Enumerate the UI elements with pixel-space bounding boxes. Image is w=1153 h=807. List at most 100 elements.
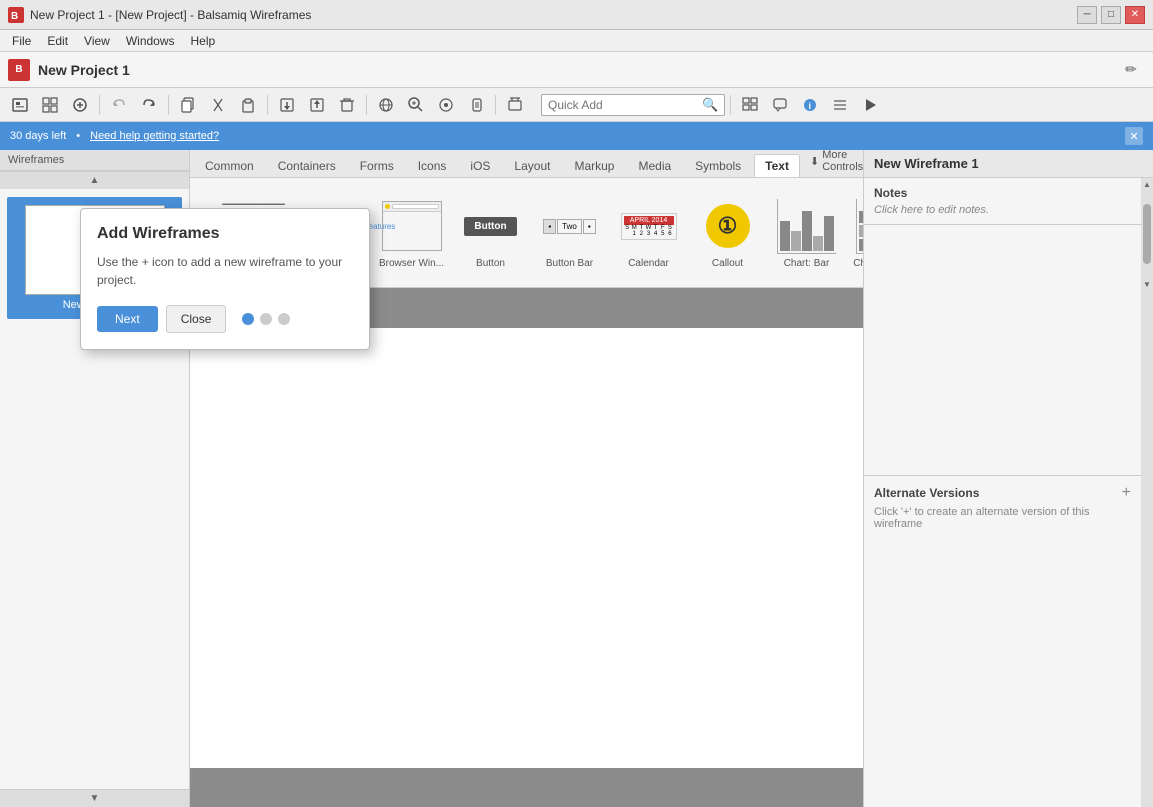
link-button[interactable] [372, 91, 400, 119]
comp-button-bar[interactable]: ▪ Two ▪ Button Bar [532, 192, 607, 273]
add-alt-version-button[interactable]: + [1122, 484, 1131, 502]
modal-footer: Next Close [97, 305, 353, 333]
tab-symbols[interactable]: Symbols [684, 154, 752, 177]
home-toolbar-button[interactable] [6, 91, 34, 119]
right-panel: New Wireframe 1 Notes Click here to edit… [863, 150, 1153, 807]
wireframe-name-header: New Wireframe 1 [864, 150, 1153, 178]
comp-browser-window[interactable]: Browser Win... [374, 192, 449, 273]
app-icon: B [8, 7, 24, 23]
comments-button[interactable] [766, 91, 794, 119]
calendar-thumb: APRIL 2014 SMT WTFS 12 3456 [614, 196, 684, 256]
edit-title-button[interactable]: ✏ [1117, 56, 1145, 84]
modal-pagination-dots [242, 313, 290, 325]
tab-markup[interactable]: Markup [563, 154, 625, 177]
right-panel-body: Notes Click here to edit notes. Alternat… [864, 178, 1153, 807]
sep4 [366, 95, 367, 115]
comp-chart-bar[interactable]: Chart: Bar [769, 192, 844, 273]
tab-ios[interactable]: iOS [459, 154, 501, 177]
tab-forms[interactable]: Forms [349, 154, 405, 177]
comp-label-button: Button [476, 258, 505, 269]
tab-common[interactable]: Common [194, 154, 265, 177]
notes-spacer [864, 225, 1141, 475]
grid-toolbar-button[interactable] [36, 91, 64, 119]
info-bar-close-button[interactable]: ✕ [1125, 127, 1143, 145]
cut-button[interactable] [204, 91, 232, 119]
dot-3 [278, 313, 290, 325]
scroll-down[interactable]: ▼ [1141, 278, 1153, 290]
menu-help[interactable]: Help [183, 32, 224, 50]
tab-containers[interactable]: Containers [267, 154, 347, 177]
svg-text:i: i [809, 101, 812, 111]
right-panel-scrollbar[interactable]: ▲ ▼ [1141, 178, 1153, 807]
comp-label-chart-bar: Chart: Bar [784, 258, 830, 269]
grid-view-button[interactable] [736, 91, 764, 119]
comp-button[interactable]: Button Button [453, 192, 528, 273]
quick-add-container[interactable]: 🔍 [541, 94, 725, 116]
sep5 [495, 95, 496, 115]
list-button[interactable] [826, 91, 854, 119]
more-controls-button[interactable]: ⬇ More Controls... [802, 150, 863, 177]
menu-windows[interactable]: Windows [118, 32, 183, 50]
paste-button[interactable] [234, 91, 262, 119]
alt-versions-divider: Alternate Versions + Click '+' to create… [864, 475, 1141, 538]
comp-label-chart-column: Chart: Column [853, 258, 863, 269]
scroll-down-arrow[interactable]: ▼ [0, 789, 189, 807]
clip-button[interactable] [462, 91, 490, 119]
canvas-area[interactable] [190, 288, 863, 807]
tab-media[interactable]: Media [627, 154, 682, 177]
tab-text[interactable]: Text [754, 154, 800, 177]
help-link[interactable]: Need help getting started? [90, 130, 219, 142]
delete-button[interactable] [333, 91, 361, 119]
button-bar-thumb: ▪ Two ▪ [535, 196, 605, 256]
more-controls-label: More Controls... [822, 150, 863, 173]
modal-body: Use the + icon to add a new wireframe to… [97, 253, 353, 289]
minimize-button[interactable]: ─ [1077, 6, 1097, 24]
import-button[interactable] [273, 91, 301, 119]
info-bar: 30 days left • Need help getting started… [0, 122, 1153, 150]
export-button[interactable] [303, 91, 331, 119]
toolbar: 🔍 i [0, 88, 1153, 122]
play-button[interactable] [856, 91, 884, 119]
sep1 [99, 95, 100, 115]
pin-button[interactable] [432, 91, 460, 119]
maximize-button[interactable]: □ [1101, 6, 1121, 24]
copy-button[interactable] [174, 91, 202, 119]
tab-layout[interactable]: Layout [503, 154, 561, 177]
notes-title: Notes [874, 186, 1131, 200]
sep2 [168, 95, 169, 115]
title-bar: B New Project 1 - [New Project] - Balsam… [0, 0, 1153, 30]
redo-button[interactable] [135, 91, 163, 119]
tab-icons[interactable]: Icons [407, 154, 458, 177]
quick-add-input[interactable] [548, 98, 698, 112]
chart-column-thumb [851, 196, 864, 256]
comp-label-calendar: Calendar [628, 258, 669, 269]
menu-edit[interactable]: Edit [39, 32, 76, 50]
browser-window-thumb [377, 196, 447, 256]
menu-view[interactable]: View [76, 32, 118, 50]
modal-close-button[interactable]: Close [166, 305, 227, 333]
comp-calendar[interactable]: APRIL 2014 SMT WTFS 12 3456 Calendar [611, 192, 686, 273]
dot-1 [242, 313, 254, 325]
add-page-button[interactable] [66, 91, 94, 119]
undo-button[interactable] [105, 91, 133, 119]
modal-next-button[interactable]: Next [97, 306, 158, 332]
menu-file[interactable]: File [4, 32, 39, 50]
close-button[interactable]: ✕ [1125, 6, 1145, 24]
alt-versions-header: Alternate Versions + [874, 484, 1131, 502]
days-left-label: 30 days left [10, 130, 66, 142]
sep6 [730, 95, 731, 115]
info-button[interactable]: i [796, 91, 824, 119]
scroll-thumb[interactable] [1143, 204, 1151, 264]
scroll-up-arrow[interactable]: ▲ [0, 171, 189, 189]
zoom-button[interactable] [402, 91, 430, 119]
modal-title: Add Wireframes [97, 225, 353, 243]
dot-2 [260, 313, 272, 325]
scroll-up[interactable]: ▲ [1141, 178, 1153, 190]
notes-placeholder[interactable]: Click here to edit notes. [874, 204, 1131, 216]
comp-callout[interactable]: ① Callout [690, 192, 765, 273]
delete-toolbar-button[interactable] [501, 91, 529, 119]
menu-bar: File Edit View Windows Help [0, 30, 1153, 52]
wireframes-label: Wireframes [8, 154, 64, 166]
project-title: New Project 1 [38, 62, 1109, 78]
comp-chart-column[interactable]: Chart: Column [848, 192, 863, 273]
